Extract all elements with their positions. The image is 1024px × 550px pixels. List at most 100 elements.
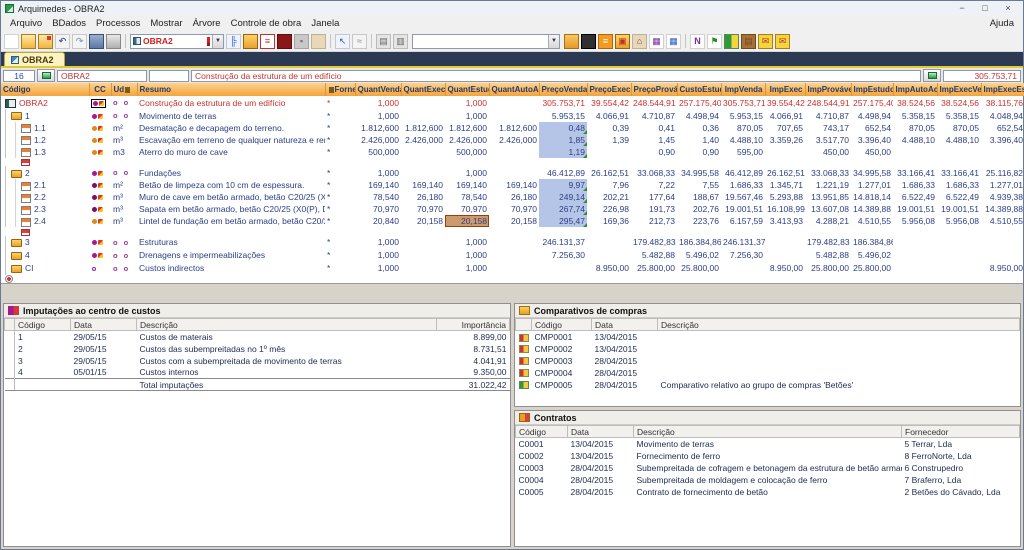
minimize-button[interactable]: −: [951, 2, 973, 15]
grid-cell-quantexec[interactable]: 70,970: [401, 203, 445, 215]
menu-controle-de-obra[interactable]: Controle de obra: [226, 18, 307, 29]
grid-cell-impautoacum[interactable]: 38.524,56: [893, 96, 937, 109]
cell-data[interactable]: 13/04/2015: [592, 331, 658, 343]
grid-row-2.2[interactable]: 2.2m³Muro de cave em betão armado, betão…: [1, 191, 1024, 203]
contrato-row[interactable]: C000113/04/2015Movimento de terras5 Terr…: [516, 438, 1020, 450]
grid-cell-precoexec[interactable]: 4.066,91: [587, 109, 631, 122]
grid-cell-precovenda[interactable]: 0,48: [539, 122, 587, 134]
grid-cell-fornecedor[interactable]: *: [325, 249, 355, 262]
grid-cell-quantestudo[interactable]: 1,000: [445, 262, 489, 275]
grid-cell-ud[interactable]: o o: [111, 249, 137, 262]
cell-data[interactable]: 28/04/2015: [568, 462, 634, 474]
imputacao-row[interactable]: 129/05/15Custos de materais8.899,00: [5, 331, 510, 343]
grid-cell-impautoacum[interactable]: 870,05: [893, 122, 937, 134]
grid-cell-codigo[interactable]: 2.4: [1, 215, 89, 227]
grid-cell-quantvenda[interactable]: 1,000: [355, 262, 401, 275]
grid-cell-quantexec[interactable]: 26,180: [401, 191, 445, 203]
grid-cell-impvenda[interactable]: 305.753,71: [721, 96, 765, 109]
maximize-button[interactable]: □: [974, 2, 996, 15]
grid-cell-impexecestudo[interactable]: 4.939,38: [981, 191, 1024, 203]
grid-cell-impestudo[interactable]: 3.396,40: [851, 134, 893, 146]
grid-cell-impexecvenda[interactable]: [937, 249, 981, 262]
grid-cell-resumo[interactable]: Escavação em terreno de qualquer naturez…: [137, 134, 325, 146]
item-icon[interactable]: [21, 136, 31, 145]
new-item-icon[interactable]: [21, 229, 30, 236]
cell-codigo[interactable]: 3: [15, 355, 71, 367]
grid-cell-fornecedor[interactable]: *: [325, 134, 355, 146]
database-icon[interactable]: [277, 34, 292, 49]
grid-cell-custoestudo[interactable]: 223,76: [677, 215, 721, 227]
comparativo-row[interactable]: CMP000328/04/2015: [516, 355, 1020, 367]
grid-cell-custoestudo[interactable]: 1,40: [677, 134, 721, 146]
grid-cell-impexecestudo[interactable]: 4.048,94: [981, 109, 1024, 122]
grid-cell-cc[interactable]: [89, 179, 111, 191]
column-header-precoprovavel[interactable]: PreçoProvável: [631, 83, 677, 96]
bars-icon[interactable]: ▦: [649, 34, 664, 49]
grid-cell-impexecestudo[interactable]: 38.115,76: [981, 96, 1024, 109]
grid-cell-quantautoacum[interactable]: 20,158: [489, 215, 539, 227]
grid-cell-custoestudo[interactable]: 186.384,86: [677, 236, 721, 249]
grid-cell-impvenda[interactable]: 7.256,30: [721, 249, 765, 262]
cc-icon[interactable]: [91, 266, 97, 272]
column-header-impexec[interactable]: ImpExec: [765, 83, 805, 96]
grid-cell-precovenda[interactable]: [539, 262, 587, 275]
grid-cell-impprovavel[interactable]: 4.288,21: [805, 215, 851, 227]
cell-importancia[interactable]: 4.041,91: [437, 355, 510, 367]
print-icon[interactable]: [106, 34, 121, 49]
grid-cell-resumo[interactable]: Sapata em betão armado, betão C20/25 (X0…: [137, 203, 325, 215]
grid-cell-precoexec[interactable]: [587, 249, 631, 262]
cell-descricao[interactable]: Movimento de terras: [634, 438, 902, 450]
column-header-cc[interactable]: CC: [89, 83, 111, 96]
menu-arvore[interactable]: Árvore: [188, 18, 226, 29]
grid-cell-impexecvenda[interactable]: 5.956,08: [937, 215, 981, 227]
cell-descricao[interactable]: Fornecimento de ferro: [634, 450, 902, 462]
grid-cell[interactable]: [89, 158, 1024, 166]
grid-cell-quantautoacum[interactable]: [489, 146, 539, 158]
cell-descricao[interactable]: [658, 343, 1020, 355]
job-book-icon[interactable]: [5, 99, 16, 108]
grid-cell-impexec[interactable]: 4.066,91: [765, 109, 805, 122]
stamp-icon[interactable]: ▪: [294, 34, 309, 49]
grid-cell-impautoacum[interactable]: [893, 249, 937, 262]
grid-cell-precoexec[interactable]: 26.162,51: [587, 166, 631, 179]
grid-cell-quantestudo[interactable]: 1,000: [445, 249, 489, 262]
grid-cell-impexecestudo[interactable]: [981, 249, 1024, 262]
pin-icon[interactable]: [581, 34, 596, 49]
grid-cell-cc[interactable]: [89, 134, 111, 146]
column-header-codigo[interactable]: Código: [532, 319, 592, 331]
grid-row-2[interactable]: 2o oFundações*1,0001,00046.412,8926.162,…: [1, 166, 1024, 179]
grid-cell-codigo[interactable]: 1.2: [1, 134, 89, 146]
column-header-quantvenda[interactable]: QuantVenda: [355, 83, 401, 96]
add-chapter-icon[interactable]: [5, 275, 13, 283]
contrato-row[interactable]: C000328/04/2015Subempreitada de cofragem…: [516, 462, 1020, 474]
grid-cell-impestudo[interactable]: 14.818,14: [851, 191, 893, 203]
dropdown-arrow-icon[interactable]: ▼: [548, 35, 559, 48]
grid-cell-impexecvenda[interactable]: 5.358,15: [937, 109, 981, 122]
grid-cell-quantautoacum[interactable]: [489, 166, 539, 179]
grid-cell-precovenda[interactable]: 305.753,71: [539, 96, 587, 109]
grid-cell-quantexec[interactable]: 2.426,000: [401, 134, 445, 146]
cell-data[interactable]: 29/05/15: [71, 355, 137, 367]
contrato-row[interactable]: C000213/04/2015Fornecimento de ferro8 Fe…: [516, 450, 1020, 462]
grid-cell-custoestudo[interactable]: 25.800,00: [677, 262, 721, 275]
tree-view-icon[interactable]: ╠: [226, 34, 241, 49]
grid-cell-impexecestudo[interactable]: 4.510,55: [981, 215, 1024, 227]
chapter-folder-icon[interactable]: [11, 170, 22, 178]
grid-cell-quantestudo[interactable]: 1.812,600: [445, 122, 489, 134]
grid-cell-quantautoacum[interactable]: [489, 249, 539, 262]
grid-cell-precovenda[interactable]: 249,14: [539, 191, 587, 203]
cc-icon[interactable]: [91, 125, 104, 132]
cell-codigo[interactable]: CMP0005: [532, 379, 592, 391]
grid-cell-cc[interactable]: [89, 146, 111, 158]
copy-icon[interactable]: ▤: [376, 34, 391, 49]
grid-cell-quantautoacum[interactable]: [489, 262, 539, 275]
grid-cell-impexec[interactable]: 8.950,00: [765, 262, 805, 275]
grid-placeholder-row[interactable]: [1, 275, 1024, 284]
grid-cell-precoexec[interactable]: 0,39: [587, 122, 631, 134]
grid-cell-precoprovavel[interactable]: 4.710,87: [631, 109, 677, 122]
grid-cell-impexec[interactable]: [765, 236, 805, 249]
imputacao-row[interactable]: 329/05/15Custos com a subempreitada de m…: [5, 355, 510, 367]
grid-cell-impautoacum[interactable]: [893, 236, 937, 249]
grid-cell-quantexec[interactable]: [401, 96, 445, 109]
cell-data[interactable]: 28/04/2015: [592, 355, 658, 367]
